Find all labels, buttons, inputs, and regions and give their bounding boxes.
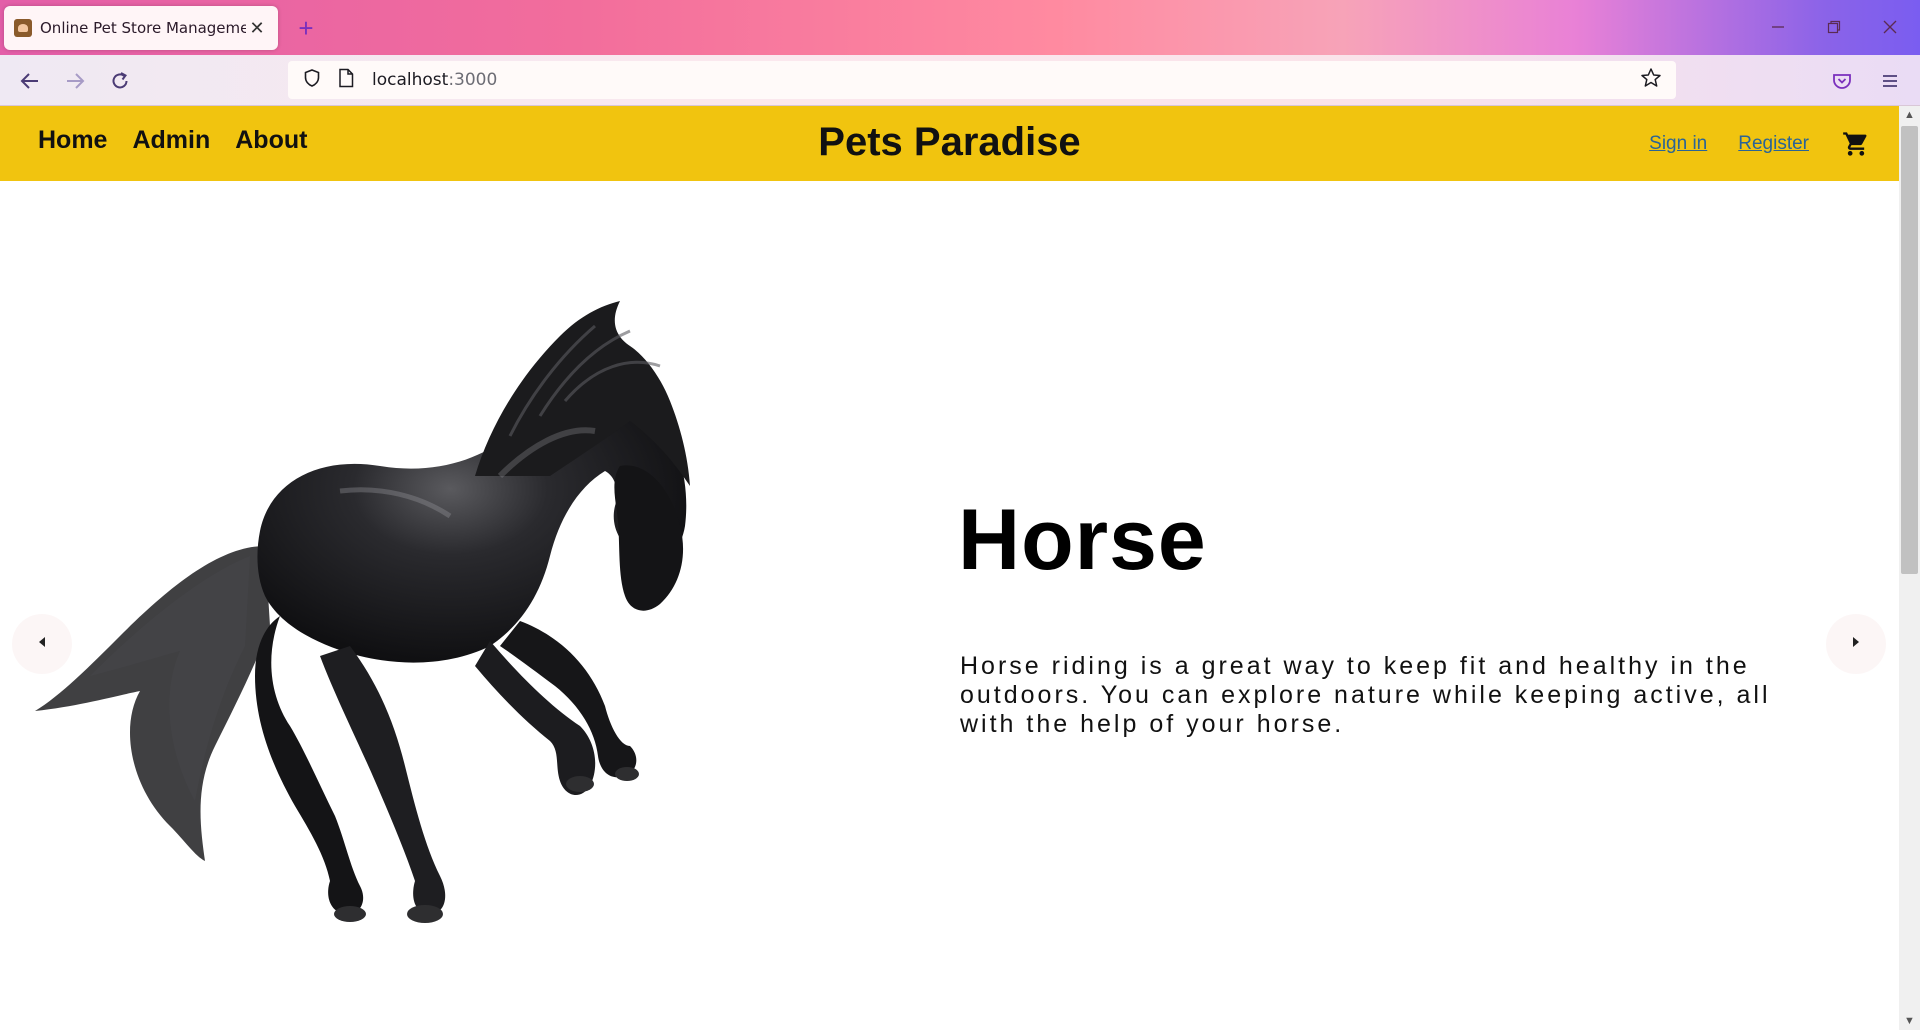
scrollbar-thumb[interactable] bbox=[1901, 126, 1918, 574]
close-window-icon[interactable] bbox=[1868, 10, 1912, 44]
tab-title: Online Pet Store Management bbox=[40, 19, 246, 37]
hero-title: Horse bbox=[958, 492, 1207, 588]
carousel-prev-button[interactable] bbox=[12, 614, 72, 674]
scroll-down-icon[interactable]: ▼ bbox=[1899, 1012, 1920, 1030]
browser-tab[interactable]: Online Pet Store Management ✕ bbox=[4, 6, 278, 50]
shield-icon[interactable] bbox=[302, 68, 322, 93]
page-icon bbox=[338, 68, 354, 93]
back-icon[interactable] bbox=[12, 63, 48, 99]
pocket-icon[interactable] bbox=[1824, 63, 1860, 99]
sign-in-link[interactable]: Sign in bbox=[1649, 133, 1707, 155]
account-nav: Sign in Register bbox=[1649, 128, 1872, 160]
hero-description: Horse riding is a great way to keep fit … bbox=[960, 652, 1771, 738]
shopping-cart-icon[interactable] bbox=[1840, 128, 1872, 160]
site-header: Home Admin About Pets Paradise Sign in R… bbox=[0, 106, 1899, 181]
restore-window-icon[interactable] bbox=[1812, 10, 1856, 44]
carousel-next-button[interactable] bbox=[1826, 614, 1886, 674]
horse-image bbox=[20, 226, 780, 966]
site-brand: Pets Paradise bbox=[818, 120, 1081, 164]
register-link[interactable]: Register bbox=[1738, 133, 1809, 155]
vertical-scrollbar[interactable]: ▲ ▼ bbox=[1899, 106, 1920, 1030]
reload-icon[interactable] bbox=[102, 63, 138, 99]
address-bar[interactable]: localhost:3000 bbox=[288, 61, 1676, 99]
url-text[interactable]: localhost:3000 bbox=[372, 70, 497, 90]
minimize-window-icon[interactable] bbox=[1756, 10, 1800, 44]
page-viewport: Home Admin About Pets Paradise Sign in R… bbox=[0, 106, 1920, 1030]
browser-navbar: localhost:3000 bbox=[0, 55, 1920, 106]
scroll-up-icon[interactable]: ▲ bbox=[1899, 106, 1920, 124]
new-tab-icon[interactable]: + bbox=[292, 13, 320, 43]
menu-icon[interactable] bbox=[1872, 63, 1908, 99]
browser-tabbar: Online Pet Store Management ✕ + bbox=[0, 0, 1920, 55]
caret-left-icon bbox=[37, 635, 47, 653]
pet-store-favicon-icon bbox=[14, 19, 32, 37]
bookmark-star-icon[interactable] bbox=[1640, 67, 1662, 94]
forward-icon[interactable] bbox=[57, 63, 93, 99]
caret-right-icon bbox=[1851, 635, 1861, 653]
close-tab-icon[interactable]: ✕ bbox=[246, 17, 268, 39]
